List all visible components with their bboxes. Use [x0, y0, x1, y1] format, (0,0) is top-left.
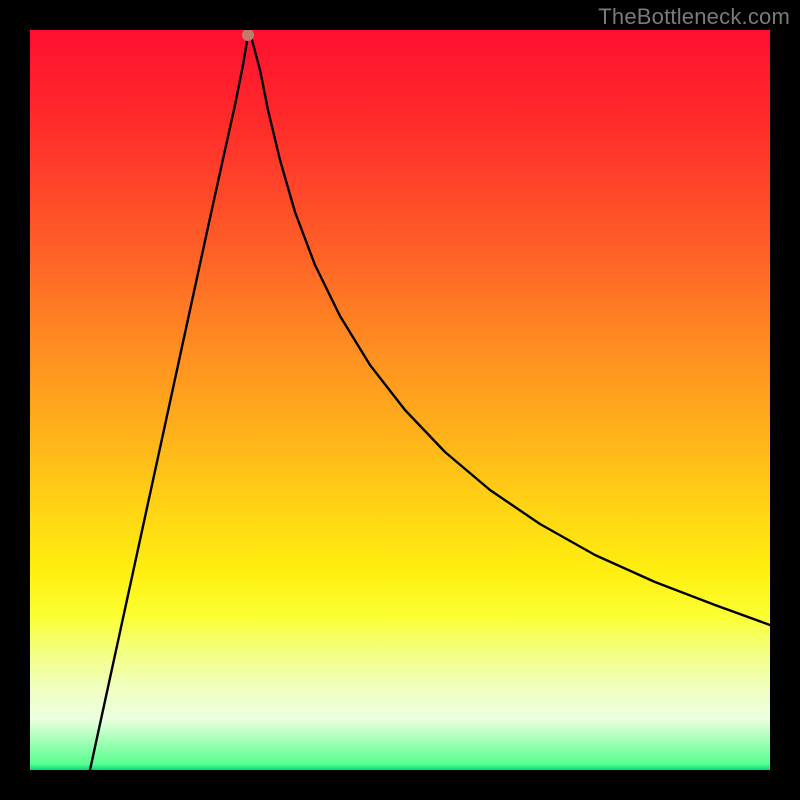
chart-frame: TheBottleneck.com — [0, 0, 800, 800]
bottleneck-curve — [90, 35, 770, 770]
watermark-text: TheBottleneck.com — [598, 4, 790, 30]
plot-area — [30, 30, 770, 770]
curve-svg — [30, 30, 770, 770]
